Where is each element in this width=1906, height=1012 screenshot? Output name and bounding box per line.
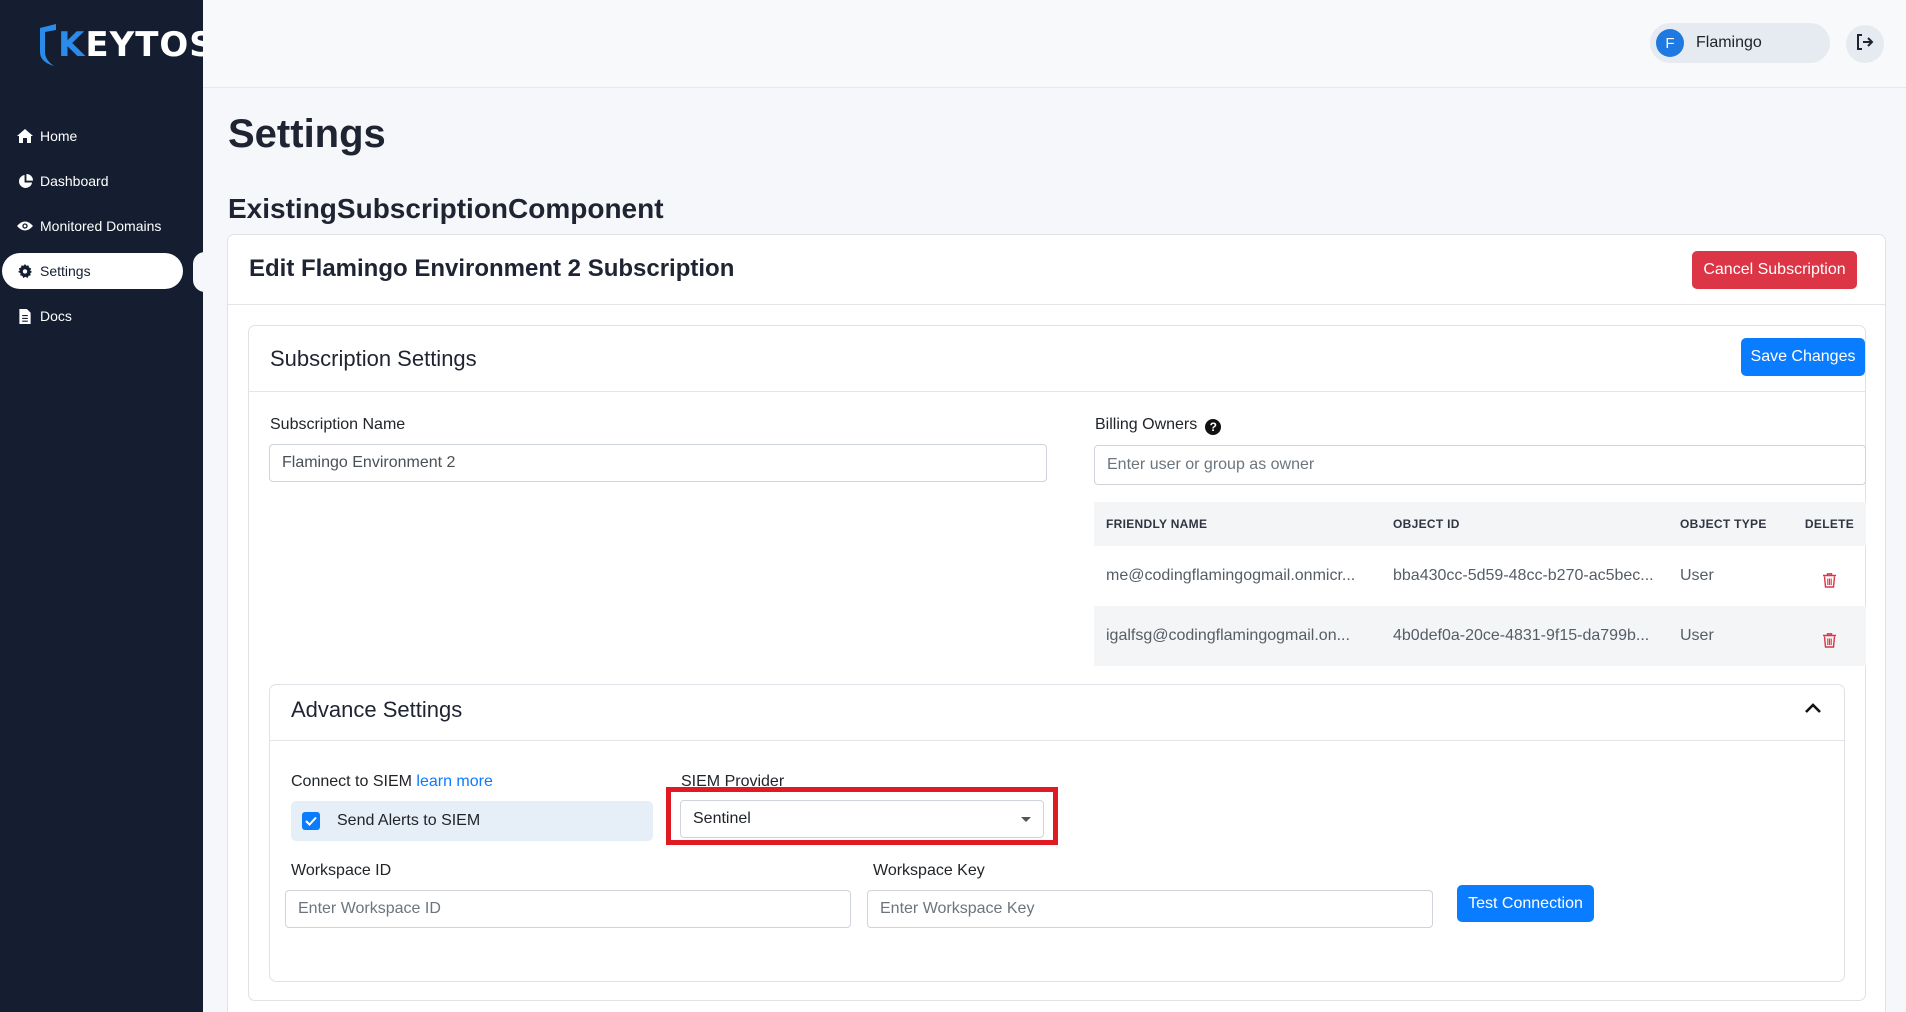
friendly-name-cell: me@codingflamingogmail.onmicr... <box>1106 567 1356 584</box>
checkbox-checked-icon <box>302 812 320 830</box>
caret-down-icon <box>1021 817 1031 822</box>
advance-settings-title: Advance Settings <box>291 697 463 722</box>
learn-more-link[interactable]: learn more <box>416 773 492 790</box>
sidebar-item-label: Docs <box>40 308 72 324</box>
logout-button[interactable] <box>1846 25 1884 63</box>
sidebar-item-label: Settings <box>40 263 91 279</box>
edit-subscription-header: Edit Flamingo Environment 2 Subscription… <box>228 235 1885 305</box>
document-icon <box>17 308 33 324</box>
pie-chart-icon <box>17 173 33 189</box>
billing-owners-table: FRIENDLY NAME OBJECT ID OBJECT TYPE DELE… <box>1094 502 1866 666</box>
eye-icon <box>17 218 33 234</box>
sidebar-item-monitored-domains[interactable]: Monitored Domains <box>0 208 203 244</box>
sidebar-item-settings[interactable]: Settings <box>2 253 183 289</box>
table-header: FRIENDLY NAME OBJECT ID OBJECT TYPE DELE… <box>1094 502 1866 546</box>
object-id-cell: 4b0def0a-20ce-4831-9f15-da799b... <box>1393 627 1650 644</box>
connect-siem-text: Connect to SIEM <box>291 773 412 790</box>
keytos-logo[interactable]: KEYTOS <box>36 22 215 68</box>
avatar: F <box>1656 29 1684 57</box>
billing-owners-label-text: Billing Owners <box>1095 416 1198 433</box>
component-title: ExistingSubscriptionComponent <box>228 193 664 224</box>
help-icon[interactable]: ? <box>1205 419 1222 435</box>
chevron-up-icon <box>1804 701 1822 719</box>
workspace-key-label: Workspace Key <box>873 862 985 879</box>
trash-icon[interactable] <box>1823 572 1836 588</box>
sidebar-item-label: Home <box>40 128 78 144</box>
advance-settings-toggle[interactable]: Advance Settings <box>270 685 1844 741</box>
user-name: Flamingo <box>1696 34 1762 51</box>
user-menu[interactable]: F Flamingo <box>1650 23 1830 63</box>
sidebar: KEYTOS Home Dashboard Monitored Domains … <box>0 0 214 1012</box>
send-alerts-label: Send Alerts to SIEM <box>337 812 481 829</box>
table-row: me@codingflamingogmail.onmicr... bba430c… <box>1094 546 1866 606</box>
active-item-notch <box>193 252 205 292</box>
object-id-cell: bba430cc-5d59-48cc-b270-ac5bec... <box>1393 567 1654 584</box>
billing-owners-label: Billing Owners? <box>1095 416 1222 435</box>
column-header-delete: DELETE <box>1804 517 1855 531</box>
object-type-cell: User <box>1680 567 1714 584</box>
sidebar-item-label: Dashboard <box>40 173 109 189</box>
workspace-id-label: Workspace ID <box>291 862 392 879</box>
subscription-settings-card: Subscription Settings Save Changes Subsc… <box>248 325 1866 1001</box>
edit-subscription-card: Edit Flamingo Environment 2 Subscription… <box>227 234 1886 1012</box>
subscription-name-input[interactable] <box>269 444 1047 482</box>
workspace-id-input[interactable] <box>285 890 851 928</box>
trash-icon[interactable] <box>1823 632 1836 648</box>
advance-settings-card: Advance Settings Connect to SIEM learn m… <box>269 684 1845 982</box>
siem-provider-select[interactable]: Sentinel <box>680 800 1044 838</box>
sidebar-nav: Home Dashboard Monitored Domains Setting… <box>0 118 203 343</box>
sidebar-item-label: Monitored Domains <box>40 218 162 234</box>
send-alerts-checkbox[interactable]: Send Alerts to SIEM <box>291 801 653 841</box>
gear-icon <box>17 263 33 279</box>
save-changes-button[interactable]: Save Changes <box>1741 338 1865 376</box>
page-title: Settings <box>228 112 386 156</box>
column-header-object-id: OBJECT ID <box>1393 517 1460 531</box>
object-type-cell: User <box>1680 627 1714 644</box>
logo-text: KEYTOS <box>58 25 215 65</box>
column-header-friendly-name: FRIENDLY NAME <box>1106 517 1208 531</box>
home-icon <box>17 128 33 144</box>
cancel-subscription-button[interactable]: Cancel Subscription <box>1692 251 1857 289</box>
connect-siem-label: Connect to SIEM learn more <box>291 773 493 791</box>
friendly-name-cell: igalfsg@codingflamingogmail.on... <box>1106 627 1350 644</box>
sidebar-item-docs[interactable]: Docs <box>0 298 203 334</box>
sidebar-item-home[interactable]: Home <box>0 118 203 154</box>
billing-owner-input[interactable] <box>1094 445 1866 485</box>
column-header-object-type: OBJECT TYPE <box>1680 517 1767 531</box>
edit-subscription-title: Edit Flamingo Environment 2 Subscription <box>249 255 735 282</box>
subscription-name-label: Subscription Name <box>270 416 406 433</box>
logout-icon <box>1856 33 1874 55</box>
subscription-settings-header: Subscription Settings Save Changes <box>249 326 1865 392</box>
table-row: igalfsg@codingflamingogmail.on... 4b0def… <box>1094 606 1866 666</box>
siem-provider-value: Sentinel <box>693 810 751 827</box>
subscription-settings-title: Subscription Settings <box>270 346 477 371</box>
sidebar-item-dashboard[interactable]: Dashboard <box>0 163 203 199</box>
workspace-key-input[interactable] <box>867 890 1433 928</box>
test-connection-button[interactable]: Test Connection <box>1457 885 1594 922</box>
